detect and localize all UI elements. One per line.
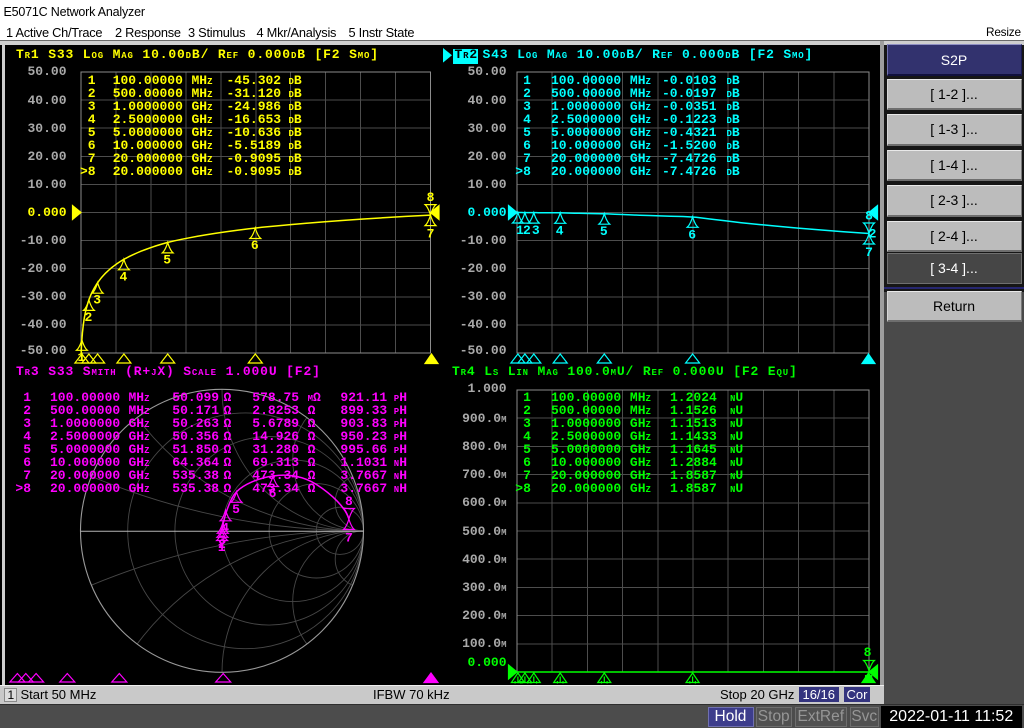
svg-text:4: 4	[221, 520, 229, 535]
svg-text:3: 3	[93, 293, 101, 308]
svg-text:4: 4	[119, 269, 127, 284]
svg-text:3: 3	[532, 223, 540, 238]
svg-text:5: 5	[232, 502, 240, 517]
svg-text:8: 8	[864, 645, 872, 660]
svg-text:7: 7	[865, 245, 873, 260]
svg-text:8: 8	[345, 494, 353, 509]
svg-text:5: 5	[600, 224, 608, 239]
svg-text:2: 2	[869, 227, 877, 242]
svg-text:2: 2	[523, 223, 531, 238]
svg-text:2: 2	[84, 310, 92, 325]
svg-text:8: 8	[427, 190, 435, 205]
svg-text:4: 4	[556, 223, 564, 238]
svg-text:6: 6	[251, 238, 259, 253]
svg-text:7: 7	[345, 531, 353, 546]
svg-text:5: 5	[163, 252, 171, 267]
svg-text:6: 6	[688, 227, 696, 242]
svg-text:7: 7	[427, 227, 435, 242]
